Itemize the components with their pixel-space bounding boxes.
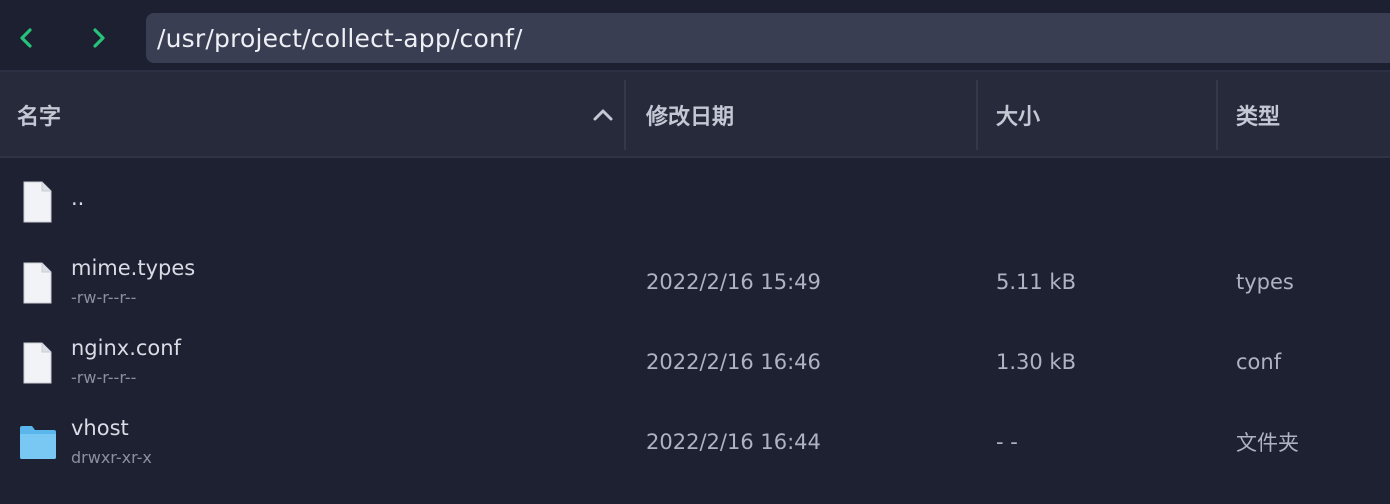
file-icon	[23, 342, 52, 384]
file-icon	[23, 262, 52, 304]
file-name: vhost	[71, 416, 129, 440]
file-modified: 2022/2/16 16:46	[646, 350, 821, 374]
file-name: nginx.conf	[71, 336, 181, 360]
file-permissions: -rw-r--r--	[71, 368, 137, 387]
column-header: 名字 修改日期 大小 类型	[0, 72, 1390, 158]
toolbar: /usr/project/collect-app/conf/	[0, 0, 1390, 72]
chevron-left-icon	[20, 28, 32, 48]
column-divider[interactable]	[624, 80, 626, 150]
file-type: conf	[1236, 350, 1282, 374]
file-name: mime.types	[71, 256, 196, 280]
file-type: 文件夹	[1236, 431, 1299, 455]
folder-icon	[20, 426, 56, 459]
column-header-size[interactable]: 大小	[996, 72, 1040, 158]
column-header-type[interactable]: 类型	[1236, 72, 1280, 158]
chevron-right-icon	[93, 28, 105, 48]
file-permissions: -rw-r--r--	[71, 288, 137, 307]
back-button[interactable]	[6, 18, 46, 58]
table-row-parent[interactable]: ..	[0, 161, 1390, 241]
chevron-up-icon[interactable]	[591, 103, 615, 127]
file-size: 5.11 kB	[996, 270, 1077, 294]
path-input[interactable]: /usr/project/collect-app/conf/	[146, 13, 1390, 63]
column-header-modified[interactable]: 修改日期	[646, 72, 734, 158]
file-icon	[23, 181, 52, 223]
table-row[interactable]: mime.types -rw-r--r-- 2022/2/16 15:49 5.…	[0, 242, 1390, 322]
file-modified: 2022/2/16 16:44	[646, 430, 821, 454]
file-permissions: drwxr-xr-x	[71, 448, 152, 467]
column-divider[interactable]	[976, 80, 978, 150]
file-modified: 2022/2/16 15:49	[646, 270, 821, 294]
file-size: - -	[996, 430, 1018, 454]
table-row[interactable]: vhost drwxr-xr-x 2022/2/16 16:44 - - 文件夹	[0, 402, 1390, 482]
file-type: types	[1236, 270, 1294, 294]
file-size: 1.30 kB	[996, 350, 1077, 374]
column-header-name[interactable]: 名字	[17, 72, 61, 158]
column-divider[interactable]	[1216, 80, 1218, 150]
forward-button[interactable]	[79, 18, 119, 58]
file-name: ..	[71, 186, 85, 210]
table-row[interactable]: nginx.conf -rw-r--r-- 2022/2/16 16:46 1.…	[0, 322, 1390, 402]
